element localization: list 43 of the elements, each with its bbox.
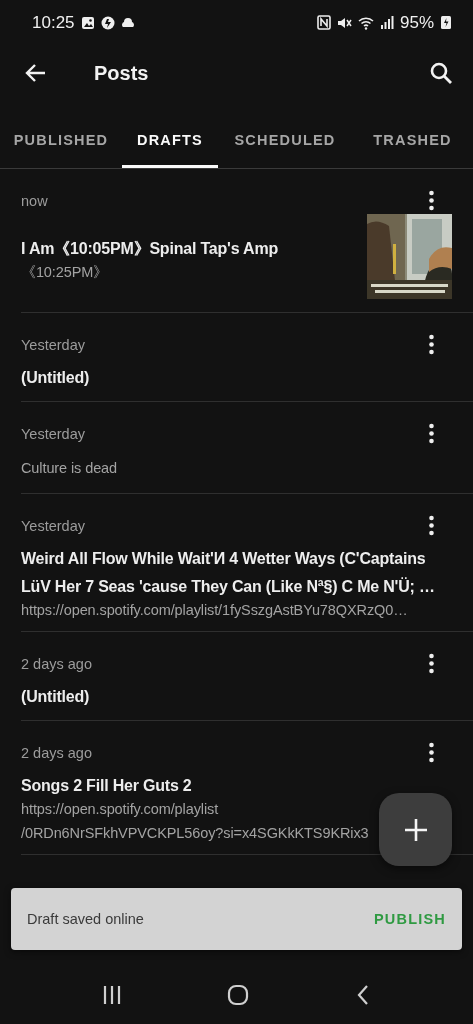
tab[interactable]: DRAFTS <box>122 115 218 168</box>
home-icon <box>227 984 250 1006</box>
post-date: 2 days ago <box>21 655 92 674</box>
kebab-menu-icon <box>429 515 434 536</box>
image-icon <box>80 15 95 30</box>
clock-time: 10:25 <box>32 12 75 33</box>
battery-icon <box>440 15 452 30</box>
post-excerpt: 《10:25PM》 <box>21 263 109 282</box>
kebab-menu-icon <box>429 742 434 763</box>
search-button[interactable] <box>429 61 453 85</box>
post-excerpt: Culture is dead <box>21 459 118 478</box>
kebab-menu-icon <box>429 334 434 355</box>
post-title[interactable]: (Untitled) <box>21 364 90 392</box>
tab[interactable]: PUBLISHED <box>0 115 122 168</box>
post-title[interactable]: I Am《10:05PM》Spinal Tap's Amp <box>21 235 279 263</box>
post-title[interactable]: Songs 2 Fill Her Guts 2 <box>21 772 192 800</box>
back-chevron-icon <box>355 984 370 1006</box>
bolt-circle-icon <box>100 15 115 30</box>
kebab-menu-icon <box>429 653 434 674</box>
wifi-icon <box>357 14 374 31</box>
post-date: Yesterday <box>21 336 85 355</box>
cloud-icon <box>120 15 135 30</box>
post-excerpt: https://open.spotify.com/playlist /0RDn6NrSFkhVPVCKPL56oy?si=x4SGKkKTS9KRix3 <box>21 800 369 843</box>
page-title: Posts <box>94 61 150 85</box>
post-date: Yesterday <box>21 517 85 536</box>
recent-apps-icon <box>103 984 122 1006</box>
kebab-menu-icon <box>429 190 434 211</box>
nfc-icon <box>316 15 331 30</box>
post-title[interactable]: (Untitled) <box>21 683 90 711</box>
post-date: Yesterday <box>21 425 85 444</box>
tab[interactable]: SCHEDULED <box>218 115 352 168</box>
tab[interactable]: TRASHED <box>352 115 473 168</box>
battery-level: 95% <box>399 12 434 33</box>
plus-icon <box>403 817 428 842</box>
post-date: 2 days ago <box>21 744 92 763</box>
kebab-menu-icon <box>429 423 434 444</box>
search-icon <box>429 61 453 85</box>
snackbar-message: Draft saved online <box>27 911 145 927</box>
post-excerpt: https://open.spotify.com/playlist/1fySszgAstBYu78QXRzQ0… <box>21 601 408 620</box>
post-date: now <box>21 192 48 211</box>
signal-icon <box>379 15 394 30</box>
new-post-button[interactable] <box>379 793 452 866</box>
post-title[interactable]: Weird All Flow While Wait'И 4 Wetter Ways (C'Captains LüV Her 7 Seas 'cause They Can (Like Nª§) C Me N'Ü; … <box>21 545 435 601</box>
